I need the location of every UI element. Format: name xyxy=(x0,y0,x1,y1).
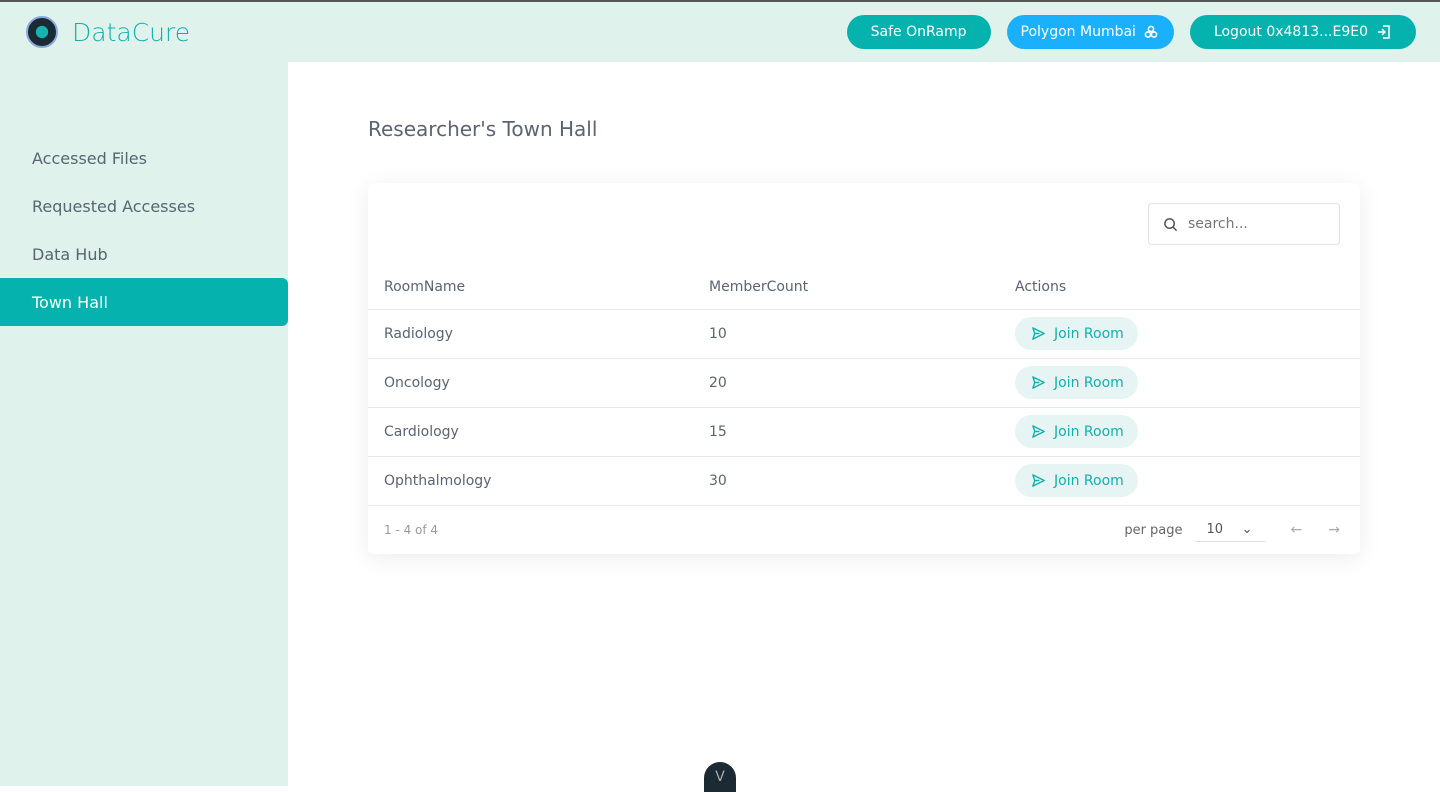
top-bar: DataCure Safe OnRamp Polygon Mumbai Logo… xyxy=(0,2,1440,62)
table-row: Cardiology 15 Join Room xyxy=(368,407,1360,457)
sidebar-item-label: Requested Accesses xyxy=(32,196,196,216)
send-icon xyxy=(1032,474,1045,487)
prev-page-icon[interactable]: ← xyxy=(1291,522,1303,538)
search-box[interactable] xyxy=(1148,203,1340,245)
network-button[interactable]: Polygon Mumbai xyxy=(1006,15,1174,49)
actions-cell: Join Room xyxy=(1015,407,1360,457)
logout-label: Logout 0x4813...E9E0 xyxy=(1213,24,1368,40)
sidebar-item-label: Accessed Files xyxy=(32,148,147,168)
table-row: Ophthalmology 30 Join Room xyxy=(368,456,1360,506)
logo[interactable]: DataCure xyxy=(26,16,190,48)
column-header-roomname[interactable]: RoomName xyxy=(368,265,709,310)
next-page-icon[interactable]: → xyxy=(1328,522,1340,538)
per-page-label: per page xyxy=(1124,522,1183,538)
actions-cell: Join Room xyxy=(1015,358,1360,408)
sidebar: Accessed Files Requested Accesses Data H… xyxy=(0,62,288,786)
per-page-value: 10 xyxy=(1206,522,1224,537)
join-room-label: Join Room xyxy=(1054,472,1124,489)
safe-onramp-label: Safe OnRamp xyxy=(870,24,967,40)
send-icon xyxy=(1032,327,1045,340)
column-header-actions: Actions xyxy=(1015,265,1360,310)
send-icon xyxy=(1032,376,1045,389)
pagination-range: 1 - 4 of 4 xyxy=(384,523,439,537)
sidebar-item-requested-accesses[interactable]: Requested Accesses xyxy=(0,182,288,230)
per-page-select[interactable]: 10 ⌄ xyxy=(1194,518,1265,542)
main-content: Researcher's Town Hall RoomName MemberCo… xyxy=(288,62,1440,784)
actions-cell: Join Room xyxy=(1015,309,1360,359)
room-name: Cardiology xyxy=(368,407,709,457)
join-room-label: Join Room xyxy=(1054,325,1124,342)
pagination: 1 - 4 of 4 per page 10 ⌄ ← → xyxy=(384,518,1340,542)
chevron-down-icon: ⌄ xyxy=(1241,522,1253,537)
logout-icon xyxy=(1378,25,1390,39)
brand-name: DataCure xyxy=(72,17,191,47)
room-name: Oncology xyxy=(368,358,709,408)
sidebar-item-data-hub[interactable]: Data Hub xyxy=(0,230,288,278)
search-icon xyxy=(1164,217,1178,231)
logo-icon xyxy=(26,16,58,48)
join-room-button[interactable]: Join Room xyxy=(1015,464,1138,497)
logout-button[interactable]: Logout 0x4813...E9E0 xyxy=(1189,15,1416,49)
join-room-button[interactable]: Join Room xyxy=(1015,317,1138,350)
table-row: Radiology 10 Join Room xyxy=(368,309,1360,359)
member-count: 30 xyxy=(709,456,1015,506)
polygon-icon xyxy=(1144,25,1158,38)
member-count: 15 xyxy=(709,407,1015,457)
sidebar-item-label: Town Hall xyxy=(32,292,108,312)
column-header-membercount[interactable]: MemberCount xyxy=(709,265,1015,310)
join-room-button[interactable]: Join Room xyxy=(1015,415,1138,448)
join-room-label: Join Room xyxy=(1054,423,1124,440)
safe-onramp-button[interactable]: Safe OnRamp xyxy=(846,15,991,49)
actions-cell: Join Room xyxy=(1015,456,1360,506)
search-input[interactable] xyxy=(1188,216,1328,232)
rooms-table: RoomName MemberCount Actions Radiology 10… xyxy=(368,265,1360,506)
sidebar-item-label: Data Hub xyxy=(32,244,108,264)
devtools-toggle: V xyxy=(704,762,736,792)
room-name: Radiology xyxy=(368,309,709,359)
sidebar-item-accessed-files[interactable]: Accessed Files xyxy=(0,134,288,182)
send-icon xyxy=(1032,425,1045,438)
join-room-label: Join Room xyxy=(1054,374,1124,391)
join-room-button[interactable]: Join Room xyxy=(1015,366,1138,399)
table-row: Oncology 20 Join Room xyxy=(368,358,1360,408)
network-label: Polygon Mumbai xyxy=(1020,24,1136,40)
room-name: Ophthalmology xyxy=(368,456,709,506)
sidebar-item-town-hall[interactable]: Town Hall xyxy=(0,278,288,326)
page-title: Researcher's Town Hall xyxy=(368,117,598,141)
rooms-card: RoomName MemberCount Actions Radiology10… xyxy=(368,183,1360,554)
member-count: 10 xyxy=(709,309,1015,359)
member-count: 20 xyxy=(709,358,1015,408)
